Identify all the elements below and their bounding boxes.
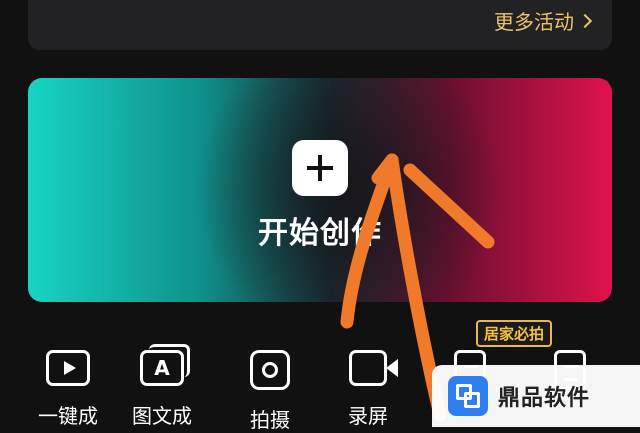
watermark: 鼎品软件 xyxy=(432,365,640,427)
text-image-icon xyxy=(140,344,190,386)
tool-text-to-video[interactable]: 图文成 xyxy=(122,344,202,429)
tool-camera[interactable]: 拍摄 xyxy=(230,350,310,433)
watermark-text: 鼎品软件 xyxy=(498,386,591,411)
more-activities-label: 更多活动 xyxy=(494,10,574,34)
tool-label: 图文成 xyxy=(132,404,192,428)
tool-one-click[interactable]: 一键成 xyxy=(28,350,108,429)
chevron-right-icon xyxy=(577,13,593,28)
more-activities-link[interactable]: 更多活动 xyxy=(494,6,593,35)
play-icon xyxy=(46,350,90,386)
activity-card: 更多活动 xyxy=(28,0,612,50)
tool-label: 录屏 xyxy=(348,404,388,428)
start-creating-card[interactable]: 开始创作 xyxy=(28,78,612,302)
plus-icon[interactable] xyxy=(292,140,348,196)
tool-label: 拍摄 xyxy=(250,408,290,432)
brand-logo-icon xyxy=(448,376,488,416)
start-creating-label: 开始创作 xyxy=(258,216,382,251)
camera-icon xyxy=(250,350,290,390)
video-camera-icon xyxy=(349,350,398,386)
tool-screen-record[interactable]: 录屏 xyxy=(328,350,408,429)
tool-label: 一键成 xyxy=(38,404,98,428)
